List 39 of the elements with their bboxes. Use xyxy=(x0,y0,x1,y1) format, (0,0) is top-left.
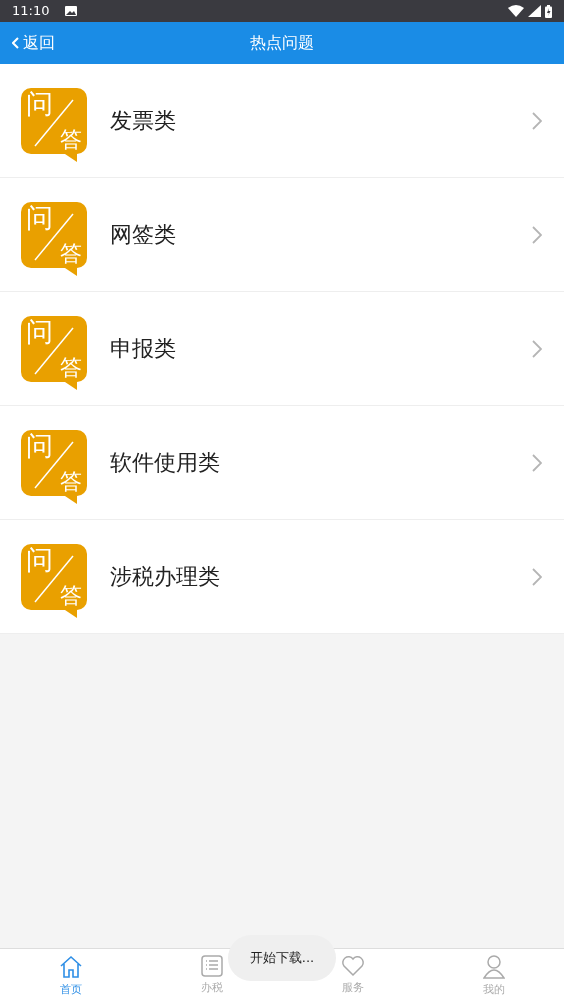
logo-text: 问 xyxy=(26,203,53,231)
item-label: 申报类 xyxy=(110,335,176,363)
item-label: 涉税办理类 xyxy=(110,563,220,591)
chevron-right-icon xyxy=(532,111,542,130)
chevron-right-icon xyxy=(532,567,542,586)
person-icon xyxy=(483,955,505,979)
back-button[interactable]: 返回 xyxy=(12,22,55,64)
chevron-right-icon xyxy=(532,453,542,472)
logo-text: 问 xyxy=(26,89,53,117)
logo-text: 问 xyxy=(26,545,53,573)
logo-text: 答 xyxy=(60,470,82,493)
status-time: 11:10 xyxy=(12,2,50,21)
list-item[interactable]: 问 答 发票类 xyxy=(0,64,564,178)
list-item[interactable]: 问 答 涉税办理类 xyxy=(0,520,564,634)
image-icon xyxy=(65,5,78,17)
battery-icon xyxy=(545,4,552,18)
chevron-left-icon xyxy=(12,37,19,49)
item-label: 发票类 xyxy=(110,107,176,135)
item-label: 软件使用类 xyxy=(110,449,220,477)
heart-icon xyxy=(341,955,365,977)
list-item[interactable]: 问 答 申报类 xyxy=(0,292,564,406)
chevron-right-icon xyxy=(532,225,542,244)
list-icon xyxy=(201,955,223,977)
home-icon xyxy=(59,955,83,979)
item-label: 网签类 xyxy=(110,221,176,249)
list-item[interactable]: 问 答 软件使用类 xyxy=(0,406,564,520)
logo-text: 答 xyxy=(60,128,82,151)
chevron-right-icon xyxy=(532,339,542,358)
nav-tab[interactable]: 首页 xyxy=(0,949,142,1004)
signal-icon xyxy=(528,5,541,17)
logo-text: 答 xyxy=(60,356,82,379)
page-title: 热点问题 xyxy=(250,32,314,54)
logo-text: 答 xyxy=(60,242,82,265)
logo-text: 答 xyxy=(60,584,82,607)
download-toast: 开始下载... xyxy=(228,935,336,981)
logo-text: 问 xyxy=(26,317,53,345)
logo-text: 问 xyxy=(26,431,53,459)
wifi-icon xyxy=(508,5,524,17)
list-item[interactable]: 问 答 网签类 xyxy=(0,178,564,292)
